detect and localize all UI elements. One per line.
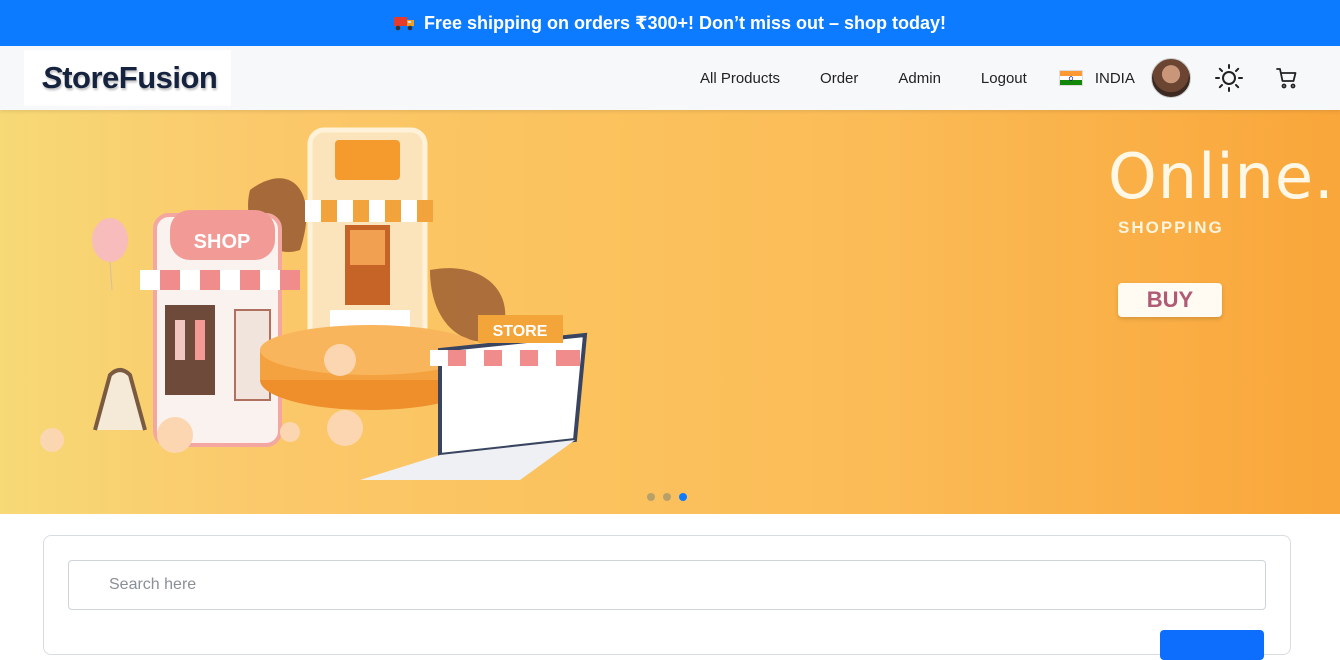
navbar: StoreFusion All Products Order Admin Log…	[0, 46, 1340, 110]
carousel-dot-2[interactable]	[663, 493, 671, 501]
search-input[interactable]	[68, 560, 1266, 610]
search-panel	[43, 535, 1291, 660]
logo-text: StoreFusion	[42, 60, 218, 95]
logo[interactable]: StoreFusion	[24, 50, 231, 106]
carousel-indicators	[647, 493, 695, 501]
nav-all-products[interactable]: All Products	[700, 70, 780, 87]
avatar[interactable]	[1150, 58, 1191, 98]
hero-banner[interactable]: SHOP STORE Online. SHOPPING BUY	[0, 110, 1340, 514]
nav-admin[interactable]: Admin	[898, 70, 941, 87]
nav-links: All Products Order Admin Logout INDIA	[700, 46, 1329, 110]
cart-icon[interactable]	[1271, 62, 1303, 94]
banner-buy-button[interactable]: BUY	[1118, 283, 1222, 317]
banner-subheadline: SHOPPING	[1118, 218, 1224, 237]
filter-button[interactable]	[1160, 630, 1264, 660]
nav-order[interactable]: Order	[820, 70, 858, 87]
truck-icon	[393, 15, 416, 31]
store-sign-text: STORE	[493, 323, 548, 340]
announcement-bar: Free shipping on orders ₹300+! Don’t mis…	[0, 0, 1340, 46]
sun-icon[interactable]	[1213, 62, 1245, 94]
india-flag-icon[interactable]	[1058, 70, 1083, 86]
country-selector[interactable]: INDIA	[1095, 70, 1135, 87]
shop-illustration: SHOP STORE	[40, 127, 588, 480]
nav-logout[interactable]: Logout	[981, 70, 1027, 87]
carousel-dot-3[interactable]	[679, 493, 687, 501]
shop-sign-text: SHOP	[194, 231, 251, 253]
carousel-dot-1[interactable]	[647, 493, 655, 501]
banner-headline: Online.	[1108, 140, 1335, 213]
announcement-text: Free shipping on orders ₹300+! Don’t mis…	[423, 12, 947, 33]
